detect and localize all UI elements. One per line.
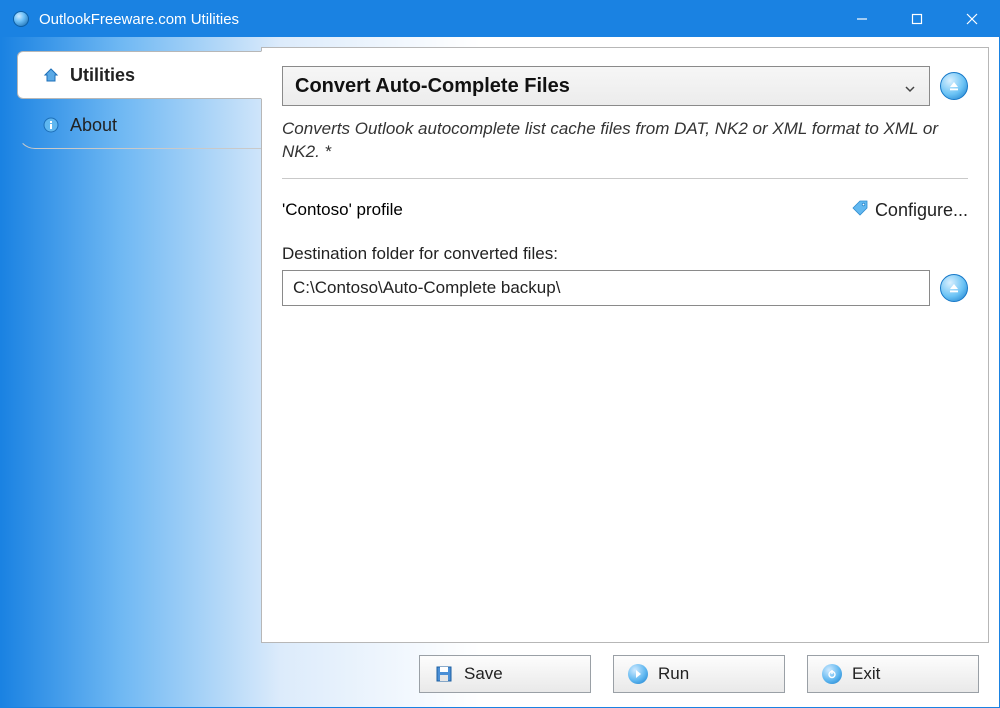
save-icon <box>434 664 454 684</box>
profile-row: 'Contoso' profile Configure... <box>282 199 968 222</box>
tab-label: About <box>70 115 117 136</box>
chevron-down-icon <box>903 79 917 93</box>
exit-button[interactable]: Exit <box>807 655 979 693</box>
home-icon <box>42 66 60 84</box>
save-label: Save <box>464 664 503 684</box>
destination-row <box>282 270 968 306</box>
window-body: Utilities About Outlook Freeware .com Co… <box>1 37 999 707</box>
tab-utilities[interactable]: Utilities <box>17 51 262 99</box>
utility-description: Converts Outlook autocomplete list cache… <box>282 118 968 179</box>
brand-watermark: Outlook Freeware .com <box>0 288 5 683</box>
minimize-button[interactable] <box>834 1 889 37</box>
run-button[interactable]: Run <box>613 655 785 693</box>
info-icon <box>42 116 60 134</box>
sidebar: Utilities About Outlook Freeware .com <box>11 47 261 643</box>
close-button[interactable] <box>944 1 999 37</box>
utility-selector-label: Convert Auto-Complete Files <box>295 75 570 98</box>
tag-icon <box>851 199 869 222</box>
power-icon <box>822 664 842 684</box>
window-title: OutlookFreeware.com Utilities <box>39 11 834 28</box>
configure-link[interactable]: Configure... <box>851 199 968 222</box>
eject-icon <box>948 80 960 92</box>
panel-header: Convert Auto-Complete Files <box>282 66 968 106</box>
button-bar: Save Run Exit <box>11 643 989 697</box>
destination-input[interactable] <box>282 270 930 306</box>
tab-about[interactable]: About <box>17 101 262 149</box>
profile-text: 'Contoso' profile <box>282 200 403 220</box>
play-icon <box>628 664 648 684</box>
app-icon <box>13 11 29 27</box>
content-row: Utilities About Outlook Freeware .com Co… <box>11 47 989 643</box>
eject-button-top[interactable] <box>940 72 968 100</box>
app-window: OutlookFreeware.com Utilities Utilities <box>0 0 1000 708</box>
tab-label: Utilities <box>70 65 135 86</box>
browse-button[interactable] <box>940 274 968 302</box>
save-button[interactable]: Save <box>419 655 591 693</box>
destination-label: Destination folder for converted files: <box>282 244 968 264</box>
exit-label: Exit <box>852 664 880 684</box>
run-label: Run <box>658 664 689 684</box>
titlebar[interactable]: OutlookFreeware.com Utilities <box>1 1 999 37</box>
main-panel: Convert Auto-Complete Files Converts Out… <box>261 47 989 643</box>
eject-icon <box>948 282 960 294</box>
configure-label: Configure... <box>875 200 968 221</box>
maximize-button[interactable] <box>889 1 944 37</box>
utility-selector[interactable]: Convert Auto-Complete Files <box>282 66 930 106</box>
